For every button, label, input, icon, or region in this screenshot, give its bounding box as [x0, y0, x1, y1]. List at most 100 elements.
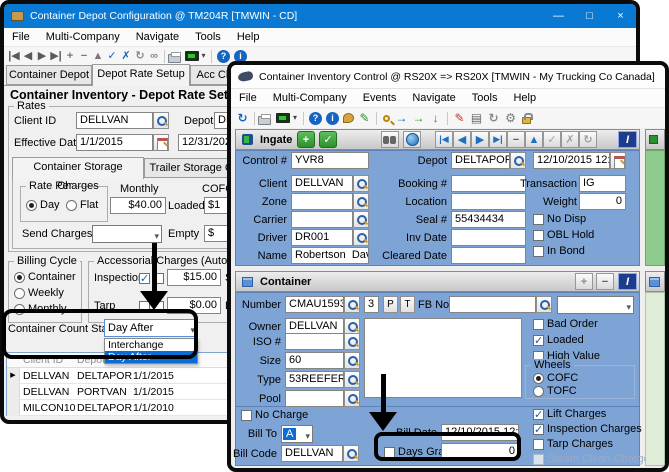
title-bar[interactable]: Container Depot Configuration @ TM204R [… [4, 4, 636, 28]
location-field[interactable] [451, 193, 526, 210]
lift-charges-label[interactable]: Lift Charges [547, 408, 606, 421]
tab-depot-rate-setup[interactable]: Depot Rate Setup [92, 64, 190, 86]
table-row[interactable]: DELLVAN PORTVAN 1/1/2015 [7, 384, 227, 400]
inspection-checkbox[interactable] [139, 273, 150, 284]
driver-field[interactable]: DR001 [291, 229, 353, 246]
inspection-fee-field[interactable]: $15.00 [167, 269, 221, 286]
menu-file[interactable]: File [231, 92, 265, 104]
menu-tools[interactable]: Tools [464, 92, 506, 104]
depot-lookup-icon[interactable] [510, 152, 526, 169]
menu-file[interactable]: File [4, 31, 38, 43]
tarp-charges-label[interactable]: Tarp Charges [547, 438, 613, 451]
tofc-radio[interactable] [533, 386, 544, 397]
view-button[interactable] [381, 131, 399, 148]
menu-navigate[interactable]: Navigate [128, 31, 187, 43]
maximize-button[interactable]: □ [574, 4, 605, 28]
menu-multi-company[interactable]: Multi-Company [265, 92, 355, 104]
billing-weekly-label[interactable]: Weekly [28, 287, 64, 300]
tab-container-storage-charges[interactable]: Container Storage Charges [12, 157, 144, 179]
bad-order-label[interactable]: Bad Order [547, 318, 598, 331]
billing-container-label[interactable]: Container [28, 271, 76, 284]
no-charge-label[interactable]: No Charge [255, 409, 308, 422]
delete-record-icon[interactable]: − [77, 49, 91, 63]
no-charge-checkbox[interactable] [241, 410, 252, 421]
terminal-dropdown-icon[interactable]: ▾ [290, 111, 300, 125]
help-icon[interactable]: ? [309, 112, 322, 125]
type-field[interactable]: 53REEFER [285, 371, 344, 388]
terminal-dropdown-icon[interactable]: ▾ [199, 49, 208, 63]
sequence-field[interactable]: 3 [364, 296, 379, 313]
link-icon[interactable]: ∞ [147, 49, 161, 63]
terminal-icon[interactable] [185, 51, 199, 61]
in-bond-label[interactable]: In Bond [547, 245, 585, 258]
t-button[interactable]: T [400, 296, 415, 313]
billing-weekly-radio[interactable] [14, 288, 25, 299]
ingate-datetime-field[interactable]: 12/10/2015 12:44 [533, 152, 610, 169]
cancel-button[interactable]: ✗ [561, 131, 579, 148]
up-button[interactable]: ▲ [525, 131, 543, 148]
billing-container-radio[interactable] [14, 272, 25, 283]
container-combo[interactable]: ▾ [557, 296, 634, 314]
control-field[interactable]: YVR8 [291, 152, 369, 169]
bill-code-field[interactable]: DELLVAN [281, 445, 343, 462]
bill-code-lookup-icon[interactable] [343, 445, 359, 462]
inspection-charges-label[interactable]: Inspection Charges [547, 423, 642, 436]
wrench-icon[interactable]: ⚙ [502, 110, 519, 126]
menu-events[interactable]: Events [355, 92, 405, 104]
lock-icon[interactable] [522, 117, 531, 124]
client-id-field[interactable]: DELLVAN [76, 112, 153, 129]
send-charges-combo[interactable]: ▾ [92, 225, 162, 243]
info-mode-button[interactable]: I [618, 273, 637, 290]
rate-flat-label[interactable]: Flat [80, 199, 98, 212]
remove-container-button[interactable]: − [596, 273, 614, 290]
menu-navigate[interactable]: Navigate [404, 92, 463, 104]
inspection-charges-checkbox[interactable] [533, 424, 544, 435]
cofc-label[interactable]: COFC [547, 372, 578, 385]
iso-lookup-icon[interactable] [344, 333, 360, 350]
monthly-rate-field[interactable]: $40.00 [110, 197, 166, 214]
container-lookup-icon[interactable] [344, 296, 360, 313]
obl-hold-checkbox[interactable] [533, 230, 544, 241]
bill-to-combo[interactable]: A ▾ [281, 425, 313, 443]
save-icon[interactable]: ✓ [105, 49, 119, 63]
reload-icon[interactable]: ↻ [485, 110, 502, 126]
tab-container-depot[interactable]: Container Depot [6, 65, 92, 85]
in-bond-checkbox[interactable] [533, 246, 544, 257]
loaded-label[interactable]: Loaded [547, 334, 584, 347]
inv-date-field[interactable] [451, 229, 526, 246]
client-lookup-icon[interactable] [153, 112, 169, 129]
p-button[interactable]: P [383, 296, 398, 313]
delete-record-button[interactable]: − [507, 131, 525, 148]
down-arrow-icon[interactable]: ↓ [427, 110, 444, 126]
spreadsheet-icon[interactable]: ▤ [468, 110, 485, 126]
fb-no-field[interactable] [449, 296, 536, 313]
next-record-icon[interactable]: ▶ [35, 49, 49, 63]
confirm-ingate-button[interactable]: ✓ [319, 131, 337, 148]
pool-field[interactable] [285, 390, 344, 407]
cancel-icon[interactable]: ✗ [119, 49, 133, 63]
rate-flat-radio[interactable] [66, 200, 77, 211]
forward-arrow-icon[interactable]: → [410, 110, 427, 126]
booking-field[interactable] [451, 175, 526, 192]
title-bar[interactable]: Container Inventory Control @ RS20X => R… [231, 65, 665, 89]
edit-pencil-icon[interactable]: ✎ [356, 110, 373, 126]
last-record-icon[interactable]: ▶| [49, 49, 63, 63]
weight-field[interactable]: 0 [579, 193, 626, 210]
size-lookup-icon[interactable] [344, 352, 360, 369]
driver-name-field[interactable]: Robertson David [291, 247, 369, 264]
search-icon[interactable] [383, 115, 390, 122]
transaction-field[interactable]: IG [579, 175, 626, 192]
fb-lookup-icon[interactable] [536, 296, 552, 313]
container-notes-textarea[interactable] [364, 318, 522, 398]
add-record-icon[interactable]: + [63, 49, 77, 63]
table-row[interactable]: MILCON100 DELTAPORT 1/1/2010 [7, 400, 227, 416]
tofc-label[interactable]: TOFC [547, 385, 577, 398]
type-lookup-icon[interactable] [344, 371, 360, 388]
info-icon[interactable]: i [326, 112, 339, 125]
seal-field[interactable]: 55434434 [451, 211, 526, 228]
minimize-button[interactable]: — [543, 4, 574, 28]
first-record-icon[interactable]: |◀ [7, 49, 21, 63]
size-field[interactable]: 60 [285, 352, 344, 369]
container-number-field[interactable]: CMAU159369 [285, 296, 344, 313]
cofc-radio[interactable] [533, 373, 544, 384]
